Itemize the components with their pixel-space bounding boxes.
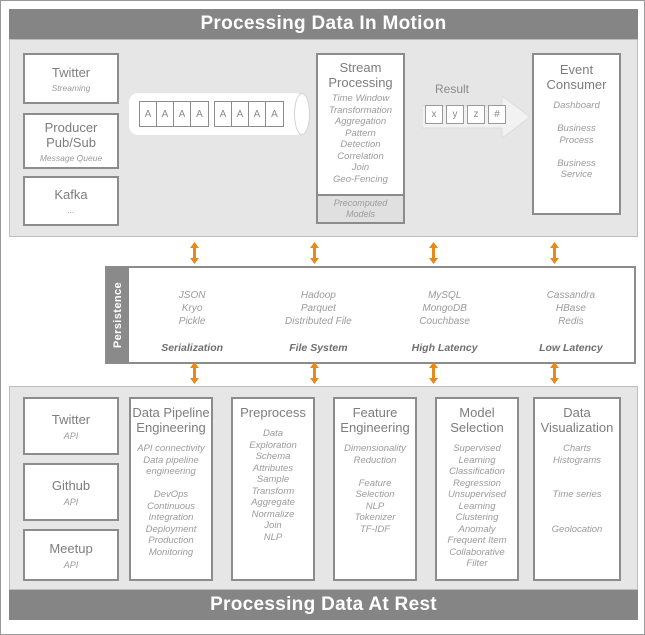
result-cells: x y z # bbox=[425, 105, 506, 124]
result-cell: z bbox=[467, 105, 485, 124]
source-subtitle: Message Queue bbox=[39, 152, 103, 163]
persistence-column-serialization[interactable]: JSON Kryo Pickle Serialization bbox=[129, 268, 255, 362]
orange-double-arrow-icon bbox=[428, 362, 439, 384]
stage-box-model-selection[interactable]: Model Selection Supervised Learning Clas… bbox=[435, 397, 519, 581]
pipe-end-cap-icon bbox=[294, 93, 310, 135]
pipe-cell: A bbox=[232, 102, 249, 126]
persistence-columns: JSON Kryo Pickle Serialization Hadoop Pa… bbox=[129, 268, 634, 362]
orange-double-arrow-icon bbox=[309, 362, 320, 384]
source-box-kafka[interactable]: Kafka ... bbox=[23, 176, 119, 226]
pipe-cell: A bbox=[174, 102, 191, 126]
rest-source-subtitle: API bbox=[63, 430, 79, 441]
source-subtitle: ... bbox=[67, 205, 75, 215]
source-title: Twitter bbox=[51, 64, 91, 80]
stage-title: Model Selection bbox=[450, 405, 504, 435]
stage-box-feature-engineering[interactable]: Feature Engineering Dimensionality Reduc… bbox=[333, 397, 417, 581]
persistence-label: Persistence bbox=[107, 268, 129, 362]
orange-double-arrow-icon bbox=[549, 362, 560, 384]
pipe-cell: A bbox=[249, 102, 266, 126]
orange-double-arrow-icon bbox=[549, 242, 560, 264]
stage-items: Charts Histograms Time series Geolocatio… bbox=[551, 443, 603, 535]
pipe-cell: A bbox=[140, 102, 157, 126]
persistence-column-label: High Latency bbox=[411, 342, 478, 354]
persistence-column-label: Low Latency bbox=[539, 342, 603, 354]
persistence-column-low-latency[interactable]: Cassandra HBase Redis Low Latency bbox=[508, 268, 634, 362]
source-box-twitter-streaming[interactable]: Twitter Streaming bbox=[23, 53, 119, 104]
pipe-cell: A bbox=[196, 108, 203, 120]
event-consumer-title: Event Consumer bbox=[546, 62, 607, 92]
stream-processing-title: Stream Processing bbox=[328, 60, 393, 90]
orange-double-arrow-icon bbox=[189, 242, 200, 264]
source-subtitle: Streaming bbox=[51, 82, 91, 93]
persistence-label-text: Persistence bbox=[112, 281, 124, 349]
orange-double-arrow-icon bbox=[189, 362, 200, 384]
persistence-column-label: File System bbox=[289, 342, 348, 354]
banner-processing-data-at-rest: Processing Data At Rest bbox=[9, 590, 638, 620]
stream-pipe: A A A A A A A A bbox=[129, 93, 310, 135]
persistence-items: MySQL MongoDB Couchbase bbox=[419, 290, 470, 327]
orange-double-arrow-icon bbox=[309, 242, 320, 264]
stage-box-preprocess[interactable]: Preprocess Data Exploration Schema Attri… bbox=[231, 397, 315, 581]
rest-source-title: Github bbox=[51, 477, 91, 493]
persistence-column-file-system[interactable]: Hadoop Parquet Distributed File File Sys… bbox=[255, 268, 381, 362]
pipe-cell: A bbox=[271, 108, 278, 120]
rest-source-subtitle: API bbox=[63, 559, 79, 570]
pipe-cell: A bbox=[157, 102, 174, 126]
source-title: Producer Pub/Sub bbox=[44, 119, 98, 150]
stage-title: Data Visualization bbox=[540, 405, 614, 435]
result-cell: # bbox=[488, 105, 506, 124]
result-label: Result bbox=[435, 82, 470, 96]
architecture-diagram: Processing Data In Motion Twitter Stream… bbox=[0, 0, 645, 635]
rest-source-title: Meetup bbox=[49, 540, 93, 556]
persistence-items: Hadoop Parquet Distributed File bbox=[285, 290, 352, 327]
stage-title: Data Pipeline Engineering bbox=[132, 405, 210, 435]
stage-box-data-visualization[interactable]: Data Visualization Charts Histograms Tim… bbox=[533, 397, 621, 581]
event-consumer-box[interactable]: Event Consumer Dashboard Business Proces… bbox=[532, 53, 621, 215]
source-box-producer-pubsub[interactable]: Producer Pub/Sub Message Queue bbox=[23, 113, 119, 169]
stage-items: API connectivity Data pipeline engineeri… bbox=[137, 443, 205, 558]
persistence-items: JSON Kryo Pickle bbox=[178, 290, 206, 327]
pipe-cell-group-2: A A A A bbox=[214, 101, 284, 127]
source-title: Kafka bbox=[54, 187, 88, 202]
rest-source-box-meetup[interactable]: Meetup API bbox=[23, 529, 119, 581]
event-consumer-items: Dashboard Business Process Business Serv… bbox=[553, 100, 600, 180]
result-cell: x bbox=[425, 105, 443, 124]
persistence-band: Persistence JSON Kryo Pickle Serializati… bbox=[105, 266, 636, 364]
stream-processing-items: Time Window Transformation Aggregation P… bbox=[328, 93, 393, 185]
pipe-cell-group-1: A A A A bbox=[139, 101, 209, 127]
persistence-column-label: Serialization bbox=[161, 342, 224, 354]
rest-source-title: Twitter bbox=[51, 411, 91, 427]
stream-processing-box[interactable]: Stream Processing Time Window Transforma… bbox=[316, 53, 405, 196]
stage-items: Data Exploration Schema Attributes Sampl… bbox=[249, 428, 297, 543]
stage-box-data-pipeline-engineering[interactable]: Data Pipeline Engineering API connectivi… bbox=[129, 397, 213, 581]
rest-source-subtitle: API bbox=[63, 496, 79, 507]
orange-double-arrow-icon bbox=[428, 242, 439, 264]
result-cell: y bbox=[446, 105, 464, 124]
precomputed-models-box[interactable]: Precomputed Models bbox=[316, 194, 405, 224]
rest-source-box-github[interactable]: Github API bbox=[23, 463, 119, 521]
stage-items: Dimensionality Reduction Feature Selecti… bbox=[344, 443, 406, 535]
persistence-column-high-latency[interactable]: MySQL MongoDB Couchbase High Latency bbox=[382, 268, 508, 362]
pipe-cell: A bbox=[215, 102, 232, 126]
persistence-items: Cassandra HBase Redis bbox=[546, 290, 596, 327]
stage-items: Supervised Learning Classification Regre… bbox=[447, 443, 507, 569]
stage-title: Feature Engineering bbox=[340, 405, 410, 435]
banner-processing-data-in-motion: Processing Data In Motion bbox=[9, 9, 638, 39]
rest-source-box-twitter[interactable]: Twitter API bbox=[23, 397, 119, 455]
stage-title: Preprocess bbox=[240, 405, 306, 420]
precomputed-models-label: Precomputed Models bbox=[333, 198, 388, 219]
